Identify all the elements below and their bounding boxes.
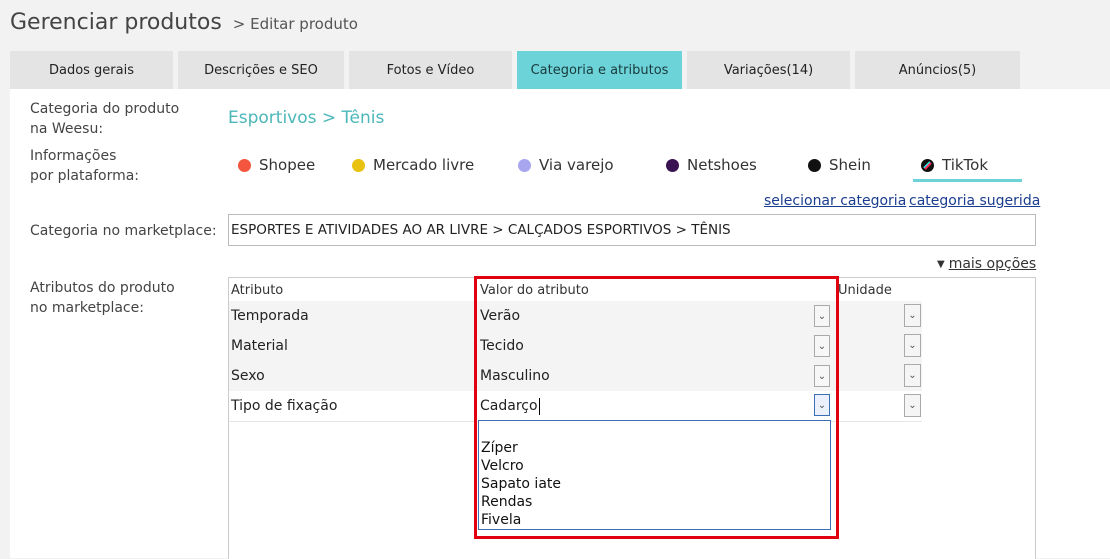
unit-select-chevron-icon[interactable]: ⌄ xyxy=(904,334,921,357)
attributes-label-line2: no marketplace: xyxy=(30,300,144,316)
tab-label: Anúncios(5) xyxy=(898,62,977,78)
tab-dados-gerais[interactable]: Dados gerais xyxy=(10,51,173,89)
tab-label: Dados gerais xyxy=(48,62,135,78)
mercado-livre-dot-icon xyxy=(352,158,365,172)
platform-name: Mercado livre xyxy=(373,156,475,174)
unit-select-chevron-icon[interactable]: ⌄ xyxy=(904,304,921,327)
platform-tab-netshoes[interactable]: Netshoes xyxy=(666,156,757,174)
unit-select-chevron-icon[interactable]: ⌄ xyxy=(904,364,921,387)
platform-name: Shopee xyxy=(259,156,316,174)
tab-label: Descrições e SEO xyxy=(204,62,318,78)
tab-descricoes-seo[interactable]: Descrições e SEO xyxy=(178,51,344,89)
header-unit: Unidade xyxy=(838,283,892,298)
tab-label: Variações(14) xyxy=(723,62,814,78)
more-options-link[interactable]: mais opções xyxy=(949,256,1036,272)
platform-tab-tiktok[interactable]: TikTok xyxy=(921,156,988,174)
category-label-line1: Categoria do produto xyxy=(30,101,180,117)
attribute-name: Sexo xyxy=(231,368,265,384)
tab-fotos-video[interactable]: Fotos e Vídeo xyxy=(349,51,512,89)
platform-name: Shein xyxy=(829,156,871,174)
marketplace-category-label: Categoria no marketplace: xyxy=(30,223,217,239)
category-breadcrumb: Esportivos > Tênis xyxy=(228,108,385,128)
more-options[interactable]: ▼ mais opções xyxy=(937,256,1036,272)
tab-anuncios[interactable]: Anúncios(5) xyxy=(855,51,1020,89)
platform-tab-shopee[interactable]: Shopee xyxy=(238,156,315,174)
platform-name: TikTok xyxy=(942,156,989,174)
platform-tab-mercado-livre[interactable]: Mercado livre xyxy=(352,156,474,174)
platform-label: Informações por plataforma: xyxy=(30,146,139,186)
tab-label: Categoria e atributos xyxy=(530,62,669,78)
attribute-name: Temporada xyxy=(231,308,309,324)
platform-label-line1: Informações xyxy=(30,148,117,164)
suggested-category-link[interactable]: categoria sugerida xyxy=(909,193,1040,209)
shopee-dot-icon xyxy=(238,158,251,172)
platform-tab-shein[interactable]: Shein xyxy=(808,156,871,174)
page-title-text: Gerenciar produtos xyxy=(10,10,222,35)
selected-platform-underline xyxy=(913,179,1022,182)
tiktok-logo-icon xyxy=(921,158,934,172)
page-title: Gerenciar produtos > Editar produto xyxy=(10,10,358,35)
page-subtitle: > Editar produto xyxy=(232,15,358,33)
platform-label-line2: por plataforma: xyxy=(30,168,140,184)
shein-dot-icon xyxy=(808,158,821,172)
tab-variacoes[interactable]: Variações(14) xyxy=(687,51,850,89)
attributes-label: Atributos do produto no marketplace: xyxy=(30,278,175,318)
platform-name: Via varejo xyxy=(539,156,614,174)
tab-categoria-atributos[interactable]: Categoria e atributos xyxy=(517,51,682,89)
select-category-link[interactable]: selecionar categoria xyxy=(764,193,906,209)
category-label: Categoria do produto na Weesu: xyxy=(30,99,179,139)
marketplace-category-field[interactable]: ESPORTES E ATIVIDADES AO AR LIVRE > CALÇ… xyxy=(228,214,1036,246)
triangle-down-icon: ▼ xyxy=(937,258,945,270)
unit-select-chevron-icon[interactable]: ⌄ xyxy=(904,394,921,417)
category-label-line2: na Weesu: xyxy=(30,121,104,137)
attributes-label-line1: Atributos do produto xyxy=(30,280,175,296)
attribute-name: Tipo de fixação xyxy=(231,398,338,414)
tab-label: Fotos e Vídeo xyxy=(386,62,475,78)
via-varejo-dot-icon xyxy=(518,158,531,172)
highlight-box xyxy=(474,276,839,539)
platform-name: Netshoes xyxy=(687,156,757,174)
platform-tab-via-varejo[interactable]: Via varejo xyxy=(518,156,614,174)
attribute-name: Material xyxy=(231,338,288,354)
header-attribute: Atributo xyxy=(231,283,284,298)
netshoes-dot-icon xyxy=(666,158,679,172)
